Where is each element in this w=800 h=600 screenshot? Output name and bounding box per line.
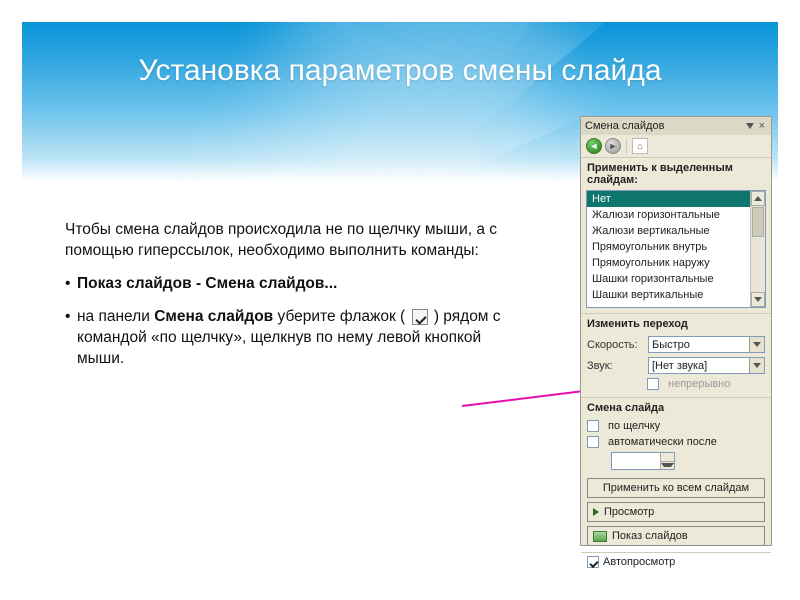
on-click-label: по щелчку [608,420,660,432]
panel-nav: ◄ ► ⌂ [581,135,771,158]
panel-title-text: Смена слайдов [585,120,664,132]
bullet-2: на панели Смена слайдов уберите флажок (… [65,307,505,370]
sound-label: Звук: [587,360,643,372]
auto-after-checkbox[interactable] [587,436,599,448]
page-title: Установка параметров смены слайда [22,54,778,88]
speed-label: Скорость: [587,339,643,351]
checkbox-icon [412,309,428,325]
bullet-1-bold: Показ слайдов - Смена слайдов... [77,275,337,292]
autopreview-row: Автопросмотр [581,552,771,571]
intro-paragraph: Чтобы смена слайдов происходила не по ще… [65,220,505,262]
loop-label: непрерывно [668,378,730,390]
speed-select[interactable]: Быстро [648,336,765,353]
list-item[interactable]: Жалюзи горизонтальные [587,207,750,223]
advance-slide-label: Смена слайда [581,402,771,418]
auto-after-time-input[interactable] [611,452,675,470]
loop-checkbox [647,378,659,390]
auto-after-label: автоматически после [608,436,717,448]
nav-forward-icon[interactable]: ► [605,138,621,154]
list-item[interactable]: Нет [587,191,750,207]
modify-transition-label: Изменить переход [581,318,771,334]
nav-back-icon[interactable]: ◄ [586,138,602,154]
scroll-thumb[interactable] [752,207,764,237]
chevron-down-icon[interactable] [749,337,764,352]
scrollbar[interactable] [750,191,765,307]
list-item[interactable]: Шашки горизонтальные [587,271,750,287]
preview-button[interactable]: Просмотр [587,502,765,522]
instruction-text: Чтобы смена слайдов происходила не по ще… [65,220,505,382]
play-icon [593,508,599,516]
chevron-down-icon[interactable] [749,358,764,373]
close-icon[interactable]: × [757,121,767,132]
autopreview-label: Автопросмотр [603,556,675,568]
list-item[interactable]: Шашки вертикальные [587,287,750,303]
list-item[interactable]: Жалюзи вертикальные [587,223,750,239]
list-item[interactable]: Прямоугольник наружу [587,255,750,271]
slideshow-icon [593,531,607,542]
nav-home-icon[interactable]: ⌂ [632,138,648,154]
on-click-checkbox[interactable] [587,420,599,432]
slideshow-button[interactable]: Показ слайдов [587,526,765,546]
list-item[interactable]: Прямоугольник внутрь [587,239,750,255]
bullet-1: Показ слайдов - Смена слайдов... [65,274,505,295]
pointer-arrow [462,388,597,407]
scroll-down-icon[interactable] [751,292,765,307]
spinner[interactable] [660,453,674,469]
transition-list[interactable]: Нет Жалюзи горизонтальные Жалюзи вертика… [586,190,766,308]
slide-transition-panel: Смена слайдов × ◄ ► ⌂ Применить к выделе… [580,116,772,546]
panel-header: Смена слайдов × [581,117,771,135]
scroll-up-icon[interactable] [751,191,765,206]
panel-menu-icon[interactable] [746,123,754,129]
sound-select[interactable]: [Нет звука] [648,357,765,374]
apply-to-label: Применить к выделенным слайдам: [581,158,771,190]
autopreview-checkbox[interactable] [587,556,599,568]
apply-to-all-button[interactable]: Применить ко всем слайдам [587,478,765,498]
